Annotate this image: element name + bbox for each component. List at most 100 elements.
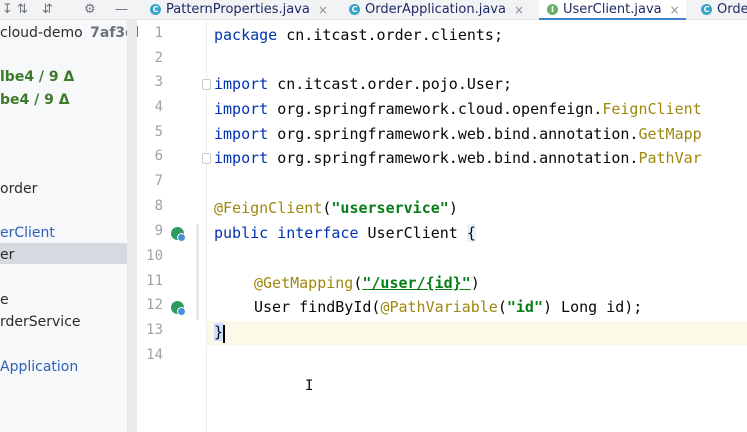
expand-all-icon[interactable]: ⇅ [17, 1, 28, 18]
settings-icon[interactable]: ⚙ [84, 1, 96, 18]
code-line-13: } [214, 321, 224, 343]
hide-icon[interactable]: ↧ [2, 1, 13, 18]
string-literal: "/user/{id}" [362, 274, 471, 292]
class-icon: C [701, 4, 712, 15]
implemented-marker-icon[interactable] [171, 227, 186, 242]
code-editor[interactable]: package cn.itcast.order.clients; import … [214, 20, 747, 432]
text-caret [223, 325, 225, 343]
annotation: @PathVariable [380, 298, 498, 316]
project-toolbar: ↧ ⇅ ⇵ ⚙ — [0, 0, 138, 19]
tree-item-order[interactable]: order [0, 181, 37, 197]
implemented-marker-icon[interactable] [171, 301, 186, 316]
interface-icon: I [547, 4, 558, 15]
code-text: cn.itcast.order.clients; [277, 26, 503, 44]
tab-order-application[interactable]: C OrderApplication.java × [349, 0, 524, 19]
panel-divider[interactable] [127, 20, 137, 432]
line-number: 9 [154, 223, 163, 239]
code-text: ) [470, 274, 480, 292]
keyword: public [214, 224, 269, 242]
tab-label: PatternProperties.java [166, 2, 310, 17]
close-icon[interactable]: × [670, 3, 680, 17]
line-number: 6 [154, 148, 163, 164]
code-line-3: import cn.itcast.order.pojo.User; [214, 73, 512, 95]
line-number: 1 [154, 25, 163, 41]
keyword: import [214, 125, 269, 143]
line-number: 7 [154, 173, 163, 189]
code-text: ) Long id); [543, 298, 643, 316]
line-number: 12 [146, 297, 163, 313]
tree-item-vcs-1[interactable]: lbe4 / 9 Δ [0, 69, 74, 85]
keyword: import [214, 75, 269, 93]
class-icon: C [150, 4, 161, 15]
tab-order-more[interactable]: C Orde [701, 0, 747, 19]
fold-end-icon[interactable] [202, 153, 211, 164]
close-icon[interactable]: × [318, 3, 328, 17]
code-line-6: import org.springframework.web.bind.anno… [214, 147, 702, 169]
tree-item-user-client[interactable]: erClient [0, 225, 55, 241]
code-text: cn.itcast.order.pojo.User; [268, 75, 513, 93]
selected-row-highlight [0, 243, 137, 264]
code-line-5: import org.springframework.web.bind.anno… [214, 123, 702, 145]
code-line-4: import org.springframework.cloud.openfei… [214, 98, 702, 120]
line-number: 11 [146, 273, 163, 289]
brace-close: } [214, 323, 224, 341]
tree-item-label: lbe4 [0, 69, 35, 85]
fold-start-icon[interactable] [202, 79, 211, 90]
annotation: @GetMapping [254, 274, 354, 292]
tree-item-order-service[interactable]: rderService [0, 314, 81, 330]
tree-item-e[interactable]: e [0, 292, 9, 308]
tree-item-user[interactable]: er [0, 247, 14, 263]
line-number: 5 [154, 124, 163, 140]
minimize-icon[interactable]: — [115, 1, 128, 18]
top-bar: ↧ ⇅ ⇵ ⚙ — C PatternProperties.java × C O… [0, 0, 747, 20]
tree-item-label: be4 [0, 92, 30, 108]
code-text: org.springframework.web.bind.annotation. [268, 149, 639, 167]
code-line-1: package cn.itcast.order.clients; [214, 24, 503, 46]
tab-user-client[interactable]: I UserClient.java × [539, 0, 686, 20]
code-text: org.springframework.cloud.openfeign. [268, 100, 603, 118]
line-number: 10 [146, 248, 163, 264]
code-line-11: @GetMapping("/user/{id}") [254, 272, 480, 294]
line-number: 14 [146, 347, 163, 363]
mouse-cursor-icon: I [305, 378, 314, 394]
line-number: 2 [154, 50, 163, 66]
line-number: 13 [146, 322, 163, 338]
string-literal: "userservice" [331, 199, 449, 217]
code-type: GetMapp [638, 125, 702, 143]
tab-label: UserClient.java [563, 2, 662, 17]
line-number: 8 [154, 198, 163, 214]
keyword: import [214, 149, 269, 167]
keyword: interface [277, 224, 359, 242]
code-text: User findById( [254, 298, 381, 316]
code-type: PathVar [638, 149, 702, 167]
code-line-8: @FeignClient("userservice") [214, 197, 458, 219]
annotation: @FeignClient [214, 199, 323, 217]
code-text: org.springframework.web.bind.annotation. [268, 125, 639, 143]
tab-pattern-properties[interactable]: C PatternProperties.java × [150, 0, 328, 19]
code-text: ) [448, 199, 458, 217]
code-line-12: User findById(@PathVariable("id") Long i… [254, 296, 642, 318]
code-type: FeignClient [602, 100, 702, 118]
tab-label: OrderApplication.java [365, 2, 506, 17]
class-icon: C [349, 4, 360, 15]
tree-item-application[interactable]: Application [0, 359, 78, 375]
editor-tabs: C PatternProperties.java × C OrderApplic… [138, 0, 747, 20]
tree-item-vcs-2[interactable]: be4 / 9 Δ [0, 92, 70, 108]
tab-label: Orde [717, 2, 747, 17]
string-literal: "id" [506, 298, 543, 316]
keyword: package [214, 26, 278, 44]
close-icon[interactable]: × [514, 3, 524, 17]
tree-item-suffix: / 9 Δ [34, 69, 75, 85]
keyword: import [214, 100, 269, 118]
code-line-9: public interface UserClient { [214, 222, 476, 244]
project-root[interactable]: cloud-demo 7af3db [0, 25, 145, 41]
line-number: 3 [154, 74, 163, 90]
code-text: ( [497, 298, 507, 316]
tree-item-suffix: / 9 Δ [29, 92, 70, 108]
collapse-all-icon[interactable]: ⇵ [42, 1, 53, 18]
brace-open: { [466, 224, 476, 242]
project-root-label: cloud-demo [0, 25, 83, 41]
code-text: UserClient [358, 224, 467, 242]
project-panel: cloud-demo 7af3db lbe4 / 9 Δ be4 / 9 Δ o… [0, 20, 145, 432]
line-number: 4 [154, 99, 163, 115]
